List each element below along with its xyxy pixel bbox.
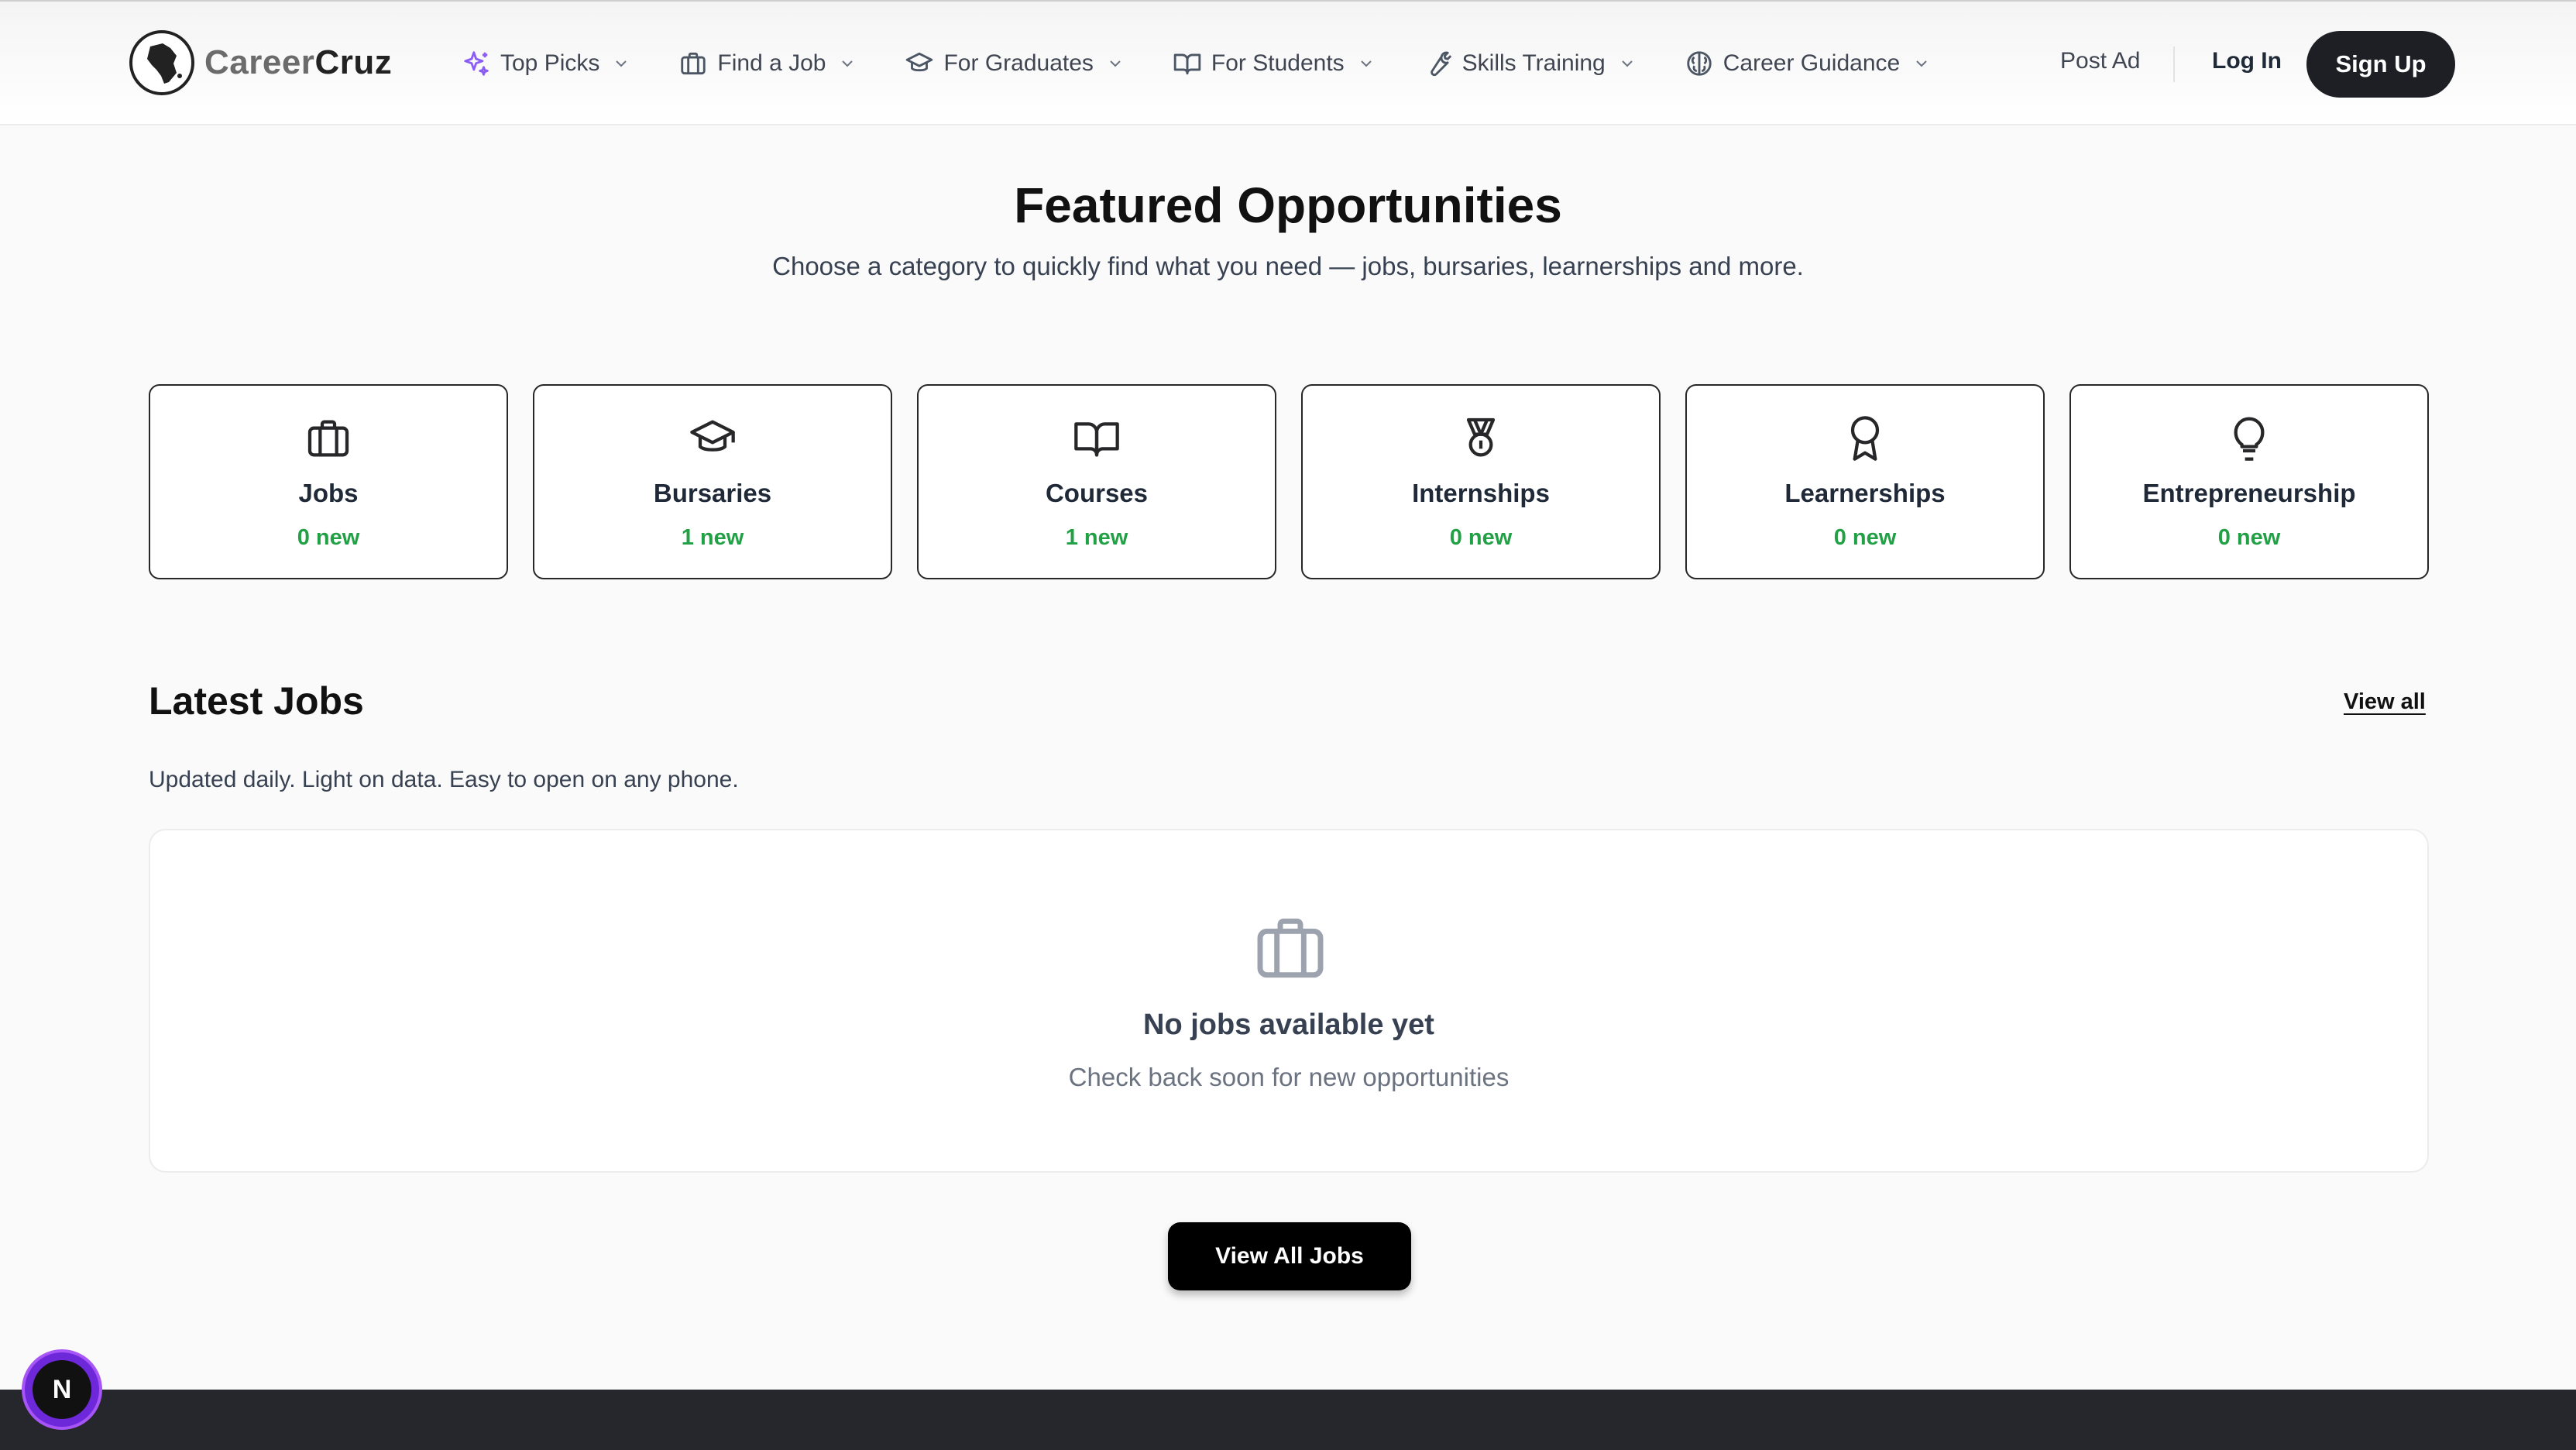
category-card-bursaries[interactable]: Bursaries 1 new <box>533 384 892 579</box>
category-new-count: 1 new <box>681 525 744 550</box>
category-name: Jobs <box>298 479 359 507</box>
graduation-cap-icon <box>690 420 735 452</box>
category-name: Entrepreneurship <box>2142 479 2356 507</box>
category-new-count: 0 new <box>297 525 360 550</box>
lightbulb-icon <box>2234 417 2265 461</box>
briefcase-icon <box>307 420 349 457</box>
chevron-down-icon <box>1110 60 1121 67</box>
latest-jobs-title: Latest Jobs <box>149 679 364 723</box>
featured-subtitle: Choose a category to quickly find what y… <box>772 252 1804 280</box>
chevron-down-icon <box>1622 60 1633 67</box>
jobs-empty-state: No jobs available yet Check back soon fo… <box>149 829 2429 1173</box>
book-open-icon <box>1074 422 1119 457</box>
graduation-cap-icon <box>906 52 933 72</box>
login-link[interactable]: Log In <box>2212 48 2282 74</box>
wrench-icon <box>1430 51 1451 77</box>
category-card-learnerships[interactable]: Learnerships 0 new <box>1685 384 2045 579</box>
empty-state-title: No jobs available yet <box>1143 1008 1434 1041</box>
brain-icon <box>1687 51 1712 76</box>
category-new-count: 1 new <box>1065 525 1128 550</box>
view-all-jobs-button[interactable]: View All Jobs <box>1168 1222 1411 1290</box>
category-card-courses[interactable]: Courses 1 new <box>917 384 1276 579</box>
category-name: Learnerships <box>1784 479 1946 507</box>
brand-logo[interactable]: CareerCruz <box>129 29 392 96</box>
post-ad-link[interactable]: Post Ad <box>2060 48 2140 74</box>
header-divider <box>2173 46 2175 82</box>
nav-find-a-job[interactable]: Find a Job <box>678 49 857 78</box>
view-all-link[interactable]: View all <box>2344 689 2426 715</box>
nav-top-picks[interactable]: Top Picks <box>462 49 630 78</box>
award-icon <box>1850 416 1880 461</box>
nav-label: Top Picks <box>500 50 600 76</box>
signup-button[interactable]: Sign Up <box>2306 31 2455 98</box>
footer <box>0 1390 2576 1450</box>
nav-label: Career Guidance <box>1722 50 1901 76</box>
nav-label: Skills Training <box>1461 50 1606 76</box>
brand-name-part1: Career <box>204 43 315 81</box>
category-name: Courses <box>1045 479 1149 507</box>
category-grid: Jobs 0 new Bursaries 1 new Courses 1 new… <box>149 384 2454 579</box>
sparkles-icon <box>464 51 489 76</box>
chevron-down-icon <box>616 60 627 67</box>
category-card-jobs[interactable]: Jobs 0 new <box>149 384 508 579</box>
africa-logo-icon <box>129 30 194 95</box>
nav-label: Find a Job <box>717 50 826 76</box>
chevron-down-icon <box>1916 60 1927 67</box>
chevron-down-icon <box>842 60 854 67</box>
main-nav: Top Picks Find a Job For Graduates For S… <box>462 42 1979 85</box>
dev-tools-badge[interactable]: N <box>25 1352 99 1427</box>
category-name: Bursaries <box>653 479 772 507</box>
category-card-internships[interactable]: Internships 0 new <box>1301 384 1661 579</box>
dev-badge-letter: N <box>33 1360 91 1419</box>
latest-jobs-subtitle: Updated daily. Light on data. Easy to op… <box>149 767 739 792</box>
nav-career-guidance[interactable]: Career Guidance <box>1685 49 1931 78</box>
brand-name: CareerCruz <box>204 43 392 82</box>
medal-icon <box>1466 417 1496 457</box>
brand-name-part2: Cruz <box>314 43 393 81</box>
nav-label: For Graduates <box>943 50 1094 76</box>
featured-title: Featured Opportunities <box>1014 177 1562 233</box>
empty-state-subtitle: Check back soon for new opportunities <box>1068 1063 1510 1091</box>
nav-for-graduates[interactable]: For Graduates <box>905 49 1124 78</box>
nav-skills-training[interactable]: Skills Training <box>1424 49 1637 78</box>
site-header: CareerCruz Top Picks Find a Job For Grad… <box>0 0 2576 125</box>
chevron-down-icon <box>1360 60 1372 67</box>
category-name: Internships <box>1412 479 1550 507</box>
book-open-icon <box>1173 53 1201 75</box>
category-new-count: 0 new <box>1833 525 1897 550</box>
nav-for-students[interactable]: For Students <box>1173 49 1376 78</box>
briefcase-icon <box>681 52 706 75</box>
category-new-count: 0 new <box>1449 525 1513 550</box>
category-card-entrepreneurship[interactable]: Entrepreneurship 0 new <box>2069 384 2429 579</box>
category-new-count: 0 new <box>2217 525 2281 550</box>
briefcase-icon <box>1257 918 1324 978</box>
nav-label: For Students <box>1211 50 1345 76</box>
